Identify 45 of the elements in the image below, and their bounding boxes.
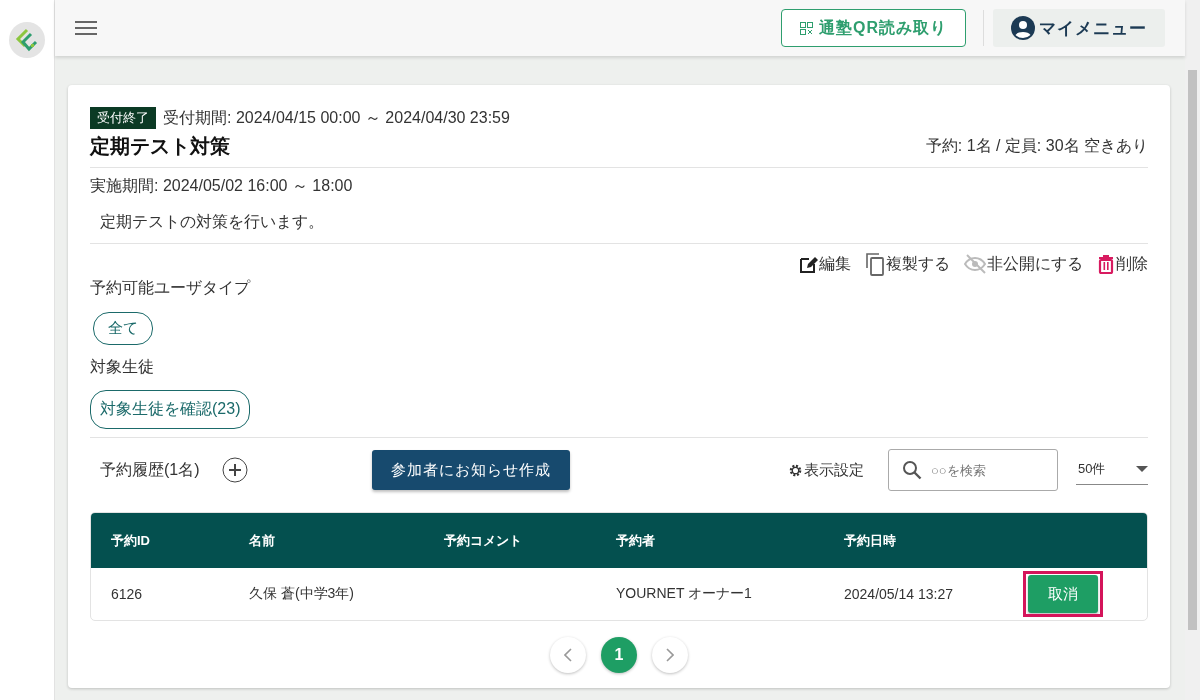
settings-icon [788, 462, 803, 478]
menu-icon[interactable] [75, 20, 97, 36]
next-page-button[interactable] [652, 637, 688, 673]
duplicate-link[interactable]: 複製する [865, 252, 950, 276]
app-logo-icon [9, 22, 45, 58]
schedule-text: 実施期間: 2024/05/02 16:00 ～ 18:00 [90, 176, 354, 196]
search-field[interactable]: ○○を検索 [888, 449, 1058, 491]
pencil-icon [798, 254, 818, 274]
column-header: 予約ID [110, 531, 151, 550]
column-header: 予約日時 [843, 531, 897, 550]
notify-participants-button[interactable]: 参加者にお知らせ作成 [371, 450, 570, 490]
capacity-text: 予約: 1名 / 定員: 30名 空きあり [925, 136, 1148, 156]
account-icon [1011, 16, 1035, 40]
status-badge: 受付終了 [90, 107, 156, 129]
page-size-select[interactable]: 50件 [1076, 455, 1148, 485]
view-students-button[interactable]: 対象生徒を確認(23) [90, 390, 251, 429]
trash-icon [1097, 254, 1115, 274]
table-cell-text: 久保 蒼(中学3年) [248, 584, 355, 603]
edit-link[interactable]: 編集 [798, 253, 851, 275]
eye-slash-icon [964, 253, 986, 275]
event-title: 定期テスト対策 [90, 134, 231, 159]
delete-link[interactable]: 削除 [1097, 253, 1148, 275]
unpublish-link[interactable]: 非公開にする [964, 253, 1083, 275]
previous-page-button[interactable] [550, 637, 586, 673]
copy-icon [865, 252, 885, 276]
reservations-heading: 予約履歴(1名) [100, 459, 200, 480]
section-label: 対象生徒 [90, 357, 155, 377]
table-cell-text: YOURNET オーナー1 [615, 584, 753, 603]
add-icon[interactable] [221, 457, 248, 483]
column-header: 名前 [248, 531, 276, 550]
section-label: 予約可能ユーザタイプ [90, 278, 252, 298]
column-header: 予約者 [615, 531, 656, 550]
reception-period: 受付期間: 2024/04/15 00:00 ～ 2024/04/30 23:59 [163, 107, 510, 128]
column-header: 予約コメント [443, 531, 523, 550]
table-cell-text: 2024/05/14 13:27 [843, 585, 954, 604]
user-type-chip: 全て [93, 312, 153, 345]
chevron-right-icon [666, 648, 674, 662]
chevron-left-icon [564, 648, 572, 662]
search-icon [902, 460, 922, 480]
description-text: 定期テストの対策を行います。 [100, 212, 325, 232]
table-cell-text: 6126 [110, 585, 144, 604]
my-menu-button[interactable]: マイメニュー [993, 9, 1165, 47]
caret-icon [1136, 465, 1148, 472]
qr-code-icon [800, 21, 813, 35]
display-settings-button[interactable]: 表示設定 [788, 460, 864, 480]
